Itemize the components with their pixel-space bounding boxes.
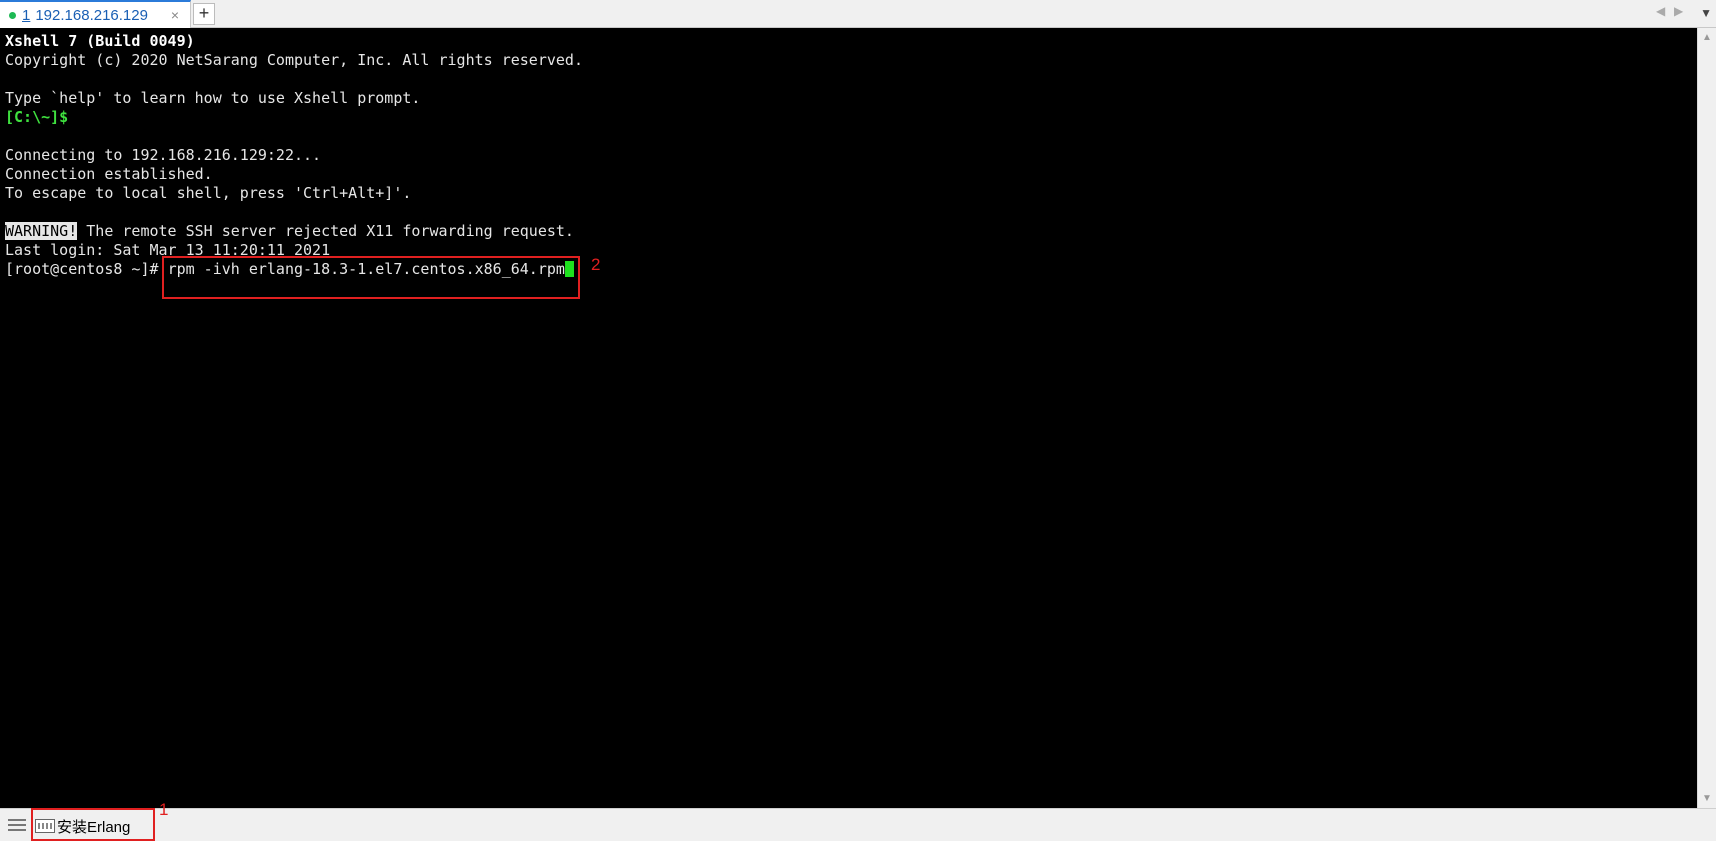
- tab-number: 1: [22, 6, 31, 24]
- remote-prompt: [root@centos8 ~]#: [5, 260, 168, 278]
- terminal-scrollbar[interactable]: ▲ ▼: [1697, 28, 1716, 808]
- terminal-line: Copyright (c) 2020 NetSarang Computer, I…: [5, 51, 583, 69]
- last-login-line: Last login: Sat Mar 13 11:20:11 2021: [5, 241, 331, 259]
- text-cursor: [564, 261, 574, 277]
- scroll-up-icon[interactable]: ▲: [1702, 32, 1712, 43]
- annotation-number-2: 2: [591, 255, 601, 274]
- hamburger-menu-icon[interactable]: [8, 816, 26, 834]
- scroll-down-icon[interactable]: ▼: [1702, 793, 1712, 804]
- warning-line: WARNING! The remote SSH server rejected …: [5, 222, 574, 241]
- annotation-number-1: 1: [159, 800, 169, 819]
- terminal-line: To escape to local shell, press 'Ctrl+Al…: [5, 184, 412, 202]
- scroll-tabs-left-icon[interactable]: ◀: [1656, 4, 1665, 18]
- quick-command-bar: 安装Erlang: [0, 808, 1716, 841]
- typed-command: rpm -ivh erlang-18.3-1.el7.centos.x86_64…: [167, 260, 565, 278]
- command-line[interactable]: [root@centos8 ~]# rpm -ivh erlang-18.3-1…: [5, 260, 574, 279]
- connected-status-icon: [9, 11, 16, 19]
- scroll-tabs-right-icon[interactable]: ▶: [1674, 4, 1683, 18]
- quick-command-label: 安装Erlang: [57, 818, 131, 836]
- tab-list-menu-icon[interactable]: ▼: [1700, 6, 1712, 20]
- warning-text: The remote SSH server rejected X11 forwa…: [77, 222, 574, 240]
- warning-label: WARNING!: [5, 222, 78, 240]
- terminal-line: Type `help' to learn how to use Xshell p…: [5, 89, 421, 107]
- terminal-line: Xshell 7 (Build 0049): [5, 32, 195, 50]
- new-tab-button[interactable]: +: [193, 3, 215, 25]
- tab-title: 192.168.216.129: [35, 6, 148, 24]
- keyboard-icon: [35, 819, 55, 833]
- close-tab-icon[interactable]: ×: [171, 7, 179, 23]
- quick-command-button[interactable]: 安装Erlang: [35, 816, 130, 836]
- session-tab[interactable]: 1 192.168.216.129 ×: [0, 0, 191, 28]
- terminal-output[interactable]: Xshell 7 (Build 0049) Copyright (c) 2020…: [0, 28, 1697, 808]
- tab-bar: 1 192.168.216.129 × + ◀ ▶ ▼: [0, 0, 1716, 28]
- local-prompt: [C:\~]$: [5, 108, 69, 126]
- terminal-line: Connection established.: [5, 165, 213, 183]
- terminal-line: Connecting to 192.168.216.129:22...: [5, 146, 322, 164]
